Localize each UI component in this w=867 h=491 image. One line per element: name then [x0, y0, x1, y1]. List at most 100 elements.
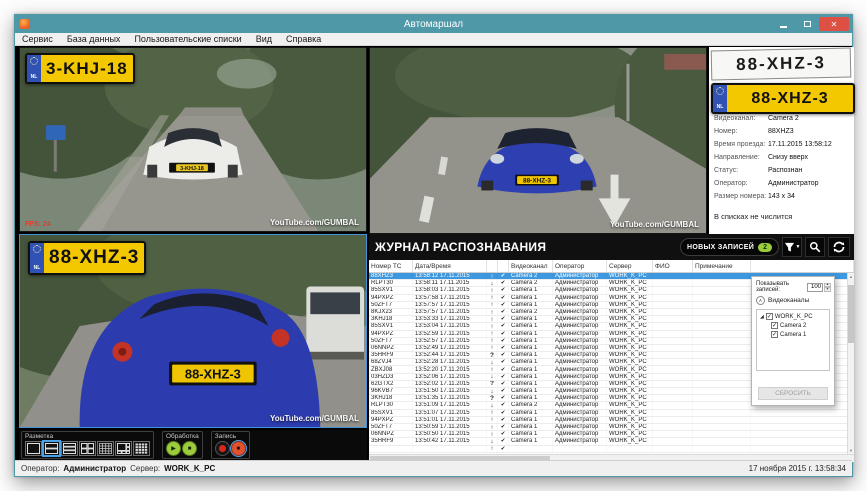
operator-cell: Администратор [553, 302, 607, 308]
note-cell [693, 417, 751, 423]
note-cell [693, 359, 751, 365]
fio-cell [653, 402, 693, 408]
channel-cell: Camera 1 [509, 366, 553, 372]
fio-cell [653, 287, 693, 293]
channel-cell: Camera 1 [509, 345, 553, 351]
direction-icon: ? [487, 381, 498, 387]
refresh-button[interactable] [828, 237, 850, 257]
tree-node-camera1[interactable]: ✓ Camera 1 [757, 330, 829, 339]
status-bar: Оператор: Администратор Сервер: WORK_K_P… [15, 460, 852, 476]
stepper-down-icon[interactable]: ▼ [824, 287, 831, 292]
plate-cell: 8KJX23 [369, 309, 413, 315]
datetime-cell: 13:51:09 17.11.2015 [413, 402, 487, 408]
direction-icon: ↑ [487, 331, 498, 337]
table-row[interactable]: 94PXPZ13:51:01 17.11.2015↑✔Camera 1Админ… [369, 417, 854, 424]
server-cell: WORK_K_PC [607, 302, 653, 308]
column-header-channel[interactable]: Видеоканал [509, 260, 553, 272]
tree-node-camera2[interactable]: ✓ Camera 2 [757, 321, 829, 330]
table-row[interactable]: 85SXV113:51:07 17.11.2015↑✔Camera 1Админ… [369, 410, 854, 417]
plate-cell: 68ZVJ4 [369, 359, 413, 365]
datetime-cell: 13:58:03 17.11.2015 [413, 287, 487, 293]
eu-band-icon: NL [30, 243, 44, 273]
layout-4x4-button[interactable] [97, 441, 114, 456]
layout-one-plus-small-button[interactable] [115, 441, 132, 456]
check-icon: ✔ [498, 309, 509, 315]
table-row[interactable]: 50ZFT713:50:59 17.11.2015↑✔Camera 1Админ… [369, 424, 854, 431]
stop-processing-button[interactable]: ■ [182, 441, 197, 456]
check-icon: ✔ [498, 331, 509, 337]
layout-three-rows-button[interactable] [61, 441, 78, 456]
plate-cell: 3KHJ18 [369, 316, 413, 322]
scroll-down-icon[interactable]: ▼ [848, 448, 854, 453]
search-button[interactable] [805, 237, 825, 257]
column-header-direction[interactable] [487, 260, 498, 272]
note-cell [693, 366, 751, 372]
server-cell: WORK_K_PC [607, 331, 653, 337]
checkbox-server[interactable]: ✓ [766, 313, 773, 320]
close-button[interactable]: ✕ [819, 17, 849, 31]
scroll-up-icon[interactable]: ▲ [848, 274, 854, 279]
menu-database[interactable]: База данных [60, 33, 128, 45]
layout-2x2-button[interactable] [79, 441, 96, 456]
plate-crop-image: 88-XHZ-3 [711, 48, 852, 81]
channel-cell: Camera 1 [509, 431, 553, 437]
layout-two-rows-button[interactable] [43, 441, 60, 456]
start-processing-button[interactable]: ▶ [166, 441, 181, 456]
collapse-section-icon[interactable]: ∧ [756, 296, 765, 305]
channel-cell: Camera 1 [509, 424, 553, 430]
direction-icon: ? [487, 352, 498, 358]
checkbox-camera1[interactable]: ✓ [771, 331, 778, 338]
channel-cell: Camera 1 [509, 410, 553, 416]
direction-icon: ? [487, 395, 498, 401]
scrollbar-thumb[interactable] [848, 285, 854, 343]
filter-button[interactable]: ▼ [782, 237, 802, 257]
column-header-datetime[interactable]: Дата/Время [413, 260, 487, 272]
vertical-scrollbar[interactable]: ▲ ▼ [847, 273, 854, 454]
eu-band-icon: NL [713, 85, 727, 112]
table-row[interactable]: ↑✔ [369, 446, 854, 453]
layout-single-button[interactable] [25, 441, 42, 456]
table-row[interactable]: 06NNPZ13:50:50 17.11.2015↑✔Camera 1Админ… [369, 431, 854, 438]
note-cell [693, 374, 751, 380]
column-header-operator[interactable]: Оператор [553, 260, 607, 272]
stop-record-button[interactable]: ■ [231, 441, 246, 456]
table-row[interactable]: 35HRF913:50:42 17.11.2015↓✔Camera 1Админ… [369, 438, 854, 445]
column-header-plate[interactable]: Номер ТС [369, 260, 413, 272]
video-pane-main[interactable]: 88-XHZ-3 YouTube.com/GUMBAL [369, 47, 707, 234]
menu-view[interactable]: Вид [249, 33, 279, 45]
check-icon: ✔ [498, 359, 509, 365]
tree-node-server[interactable]: ◢ ✓ WORK_K_PC [757, 312, 829, 321]
fio-cell [653, 374, 693, 380]
show-records-input[interactable] [807, 283, 823, 292]
minimize-button[interactable] [771, 17, 795, 31]
fio-cell [653, 431, 693, 437]
new-records-badge: 2 [758, 243, 772, 252]
layout-dense-grid-button[interactable] [133, 441, 150, 456]
checkbox-camera2[interactable]: ✓ [771, 322, 778, 329]
new-records-button[interactable]: НОВЫХ ЗАПИСЕЙ 2 [680, 238, 779, 256]
menu-service[interactable]: Сервис [15, 33, 60, 45]
column-header-check[interactable] [498, 260, 509, 272]
video-pane-camera2[interactable]: 88-XHZ-3 NL 88-XHZ-3 YouTube.com/GUMBAL [19, 234, 367, 428]
column-header-note[interactable]: Примечание [693, 260, 751, 272]
datetime-cell: 13:51:01 17.11.2015 [413, 417, 487, 423]
operator-label: Оператор: [21, 464, 59, 473]
video-pane-camera1[interactable]: 3-KHJ-18 NL 3-KHJ-18 FPS: 24 YouTube.com… [19, 47, 367, 232]
record-group-label: Запись [215, 433, 246, 440]
filler-cell [751, 424, 854, 430]
column-header-server[interactable]: Сервер [607, 260, 653, 272]
plate-cell: 96KVB7 [369, 388, 413, 394]
menu-help[interactable]: Справка [279, 33, 328, 45]
reset-button[interactable]: СБРОСИТЬ [758, 387, 828, 400]
direction-icon: ↑ [487, 302, 498, 308]
start-record-button[interactable] [215, 441, 230, 456]
note-cell [693, 395, 751, 401]
menu-user-lists[interactable]: Пользовательские списки [127, 33, 248, 45]
record-group: Запись ■ [211, 431, 250, 459]
direction-icon: ↓ [487, 388, 498, 394]
channel-cell: Camera 2 [509, 402, 553, 408]
maximize-button[interactable] [795, 17, 819, 31]
tree-expander-icon[interactable]: ◢ [760, 314, 764, 320]
plate-cell: 94PXPZ [369, 331, 413, 337]
column-header-fio[interactable]: ФИО [653, 260, 693, 272]
